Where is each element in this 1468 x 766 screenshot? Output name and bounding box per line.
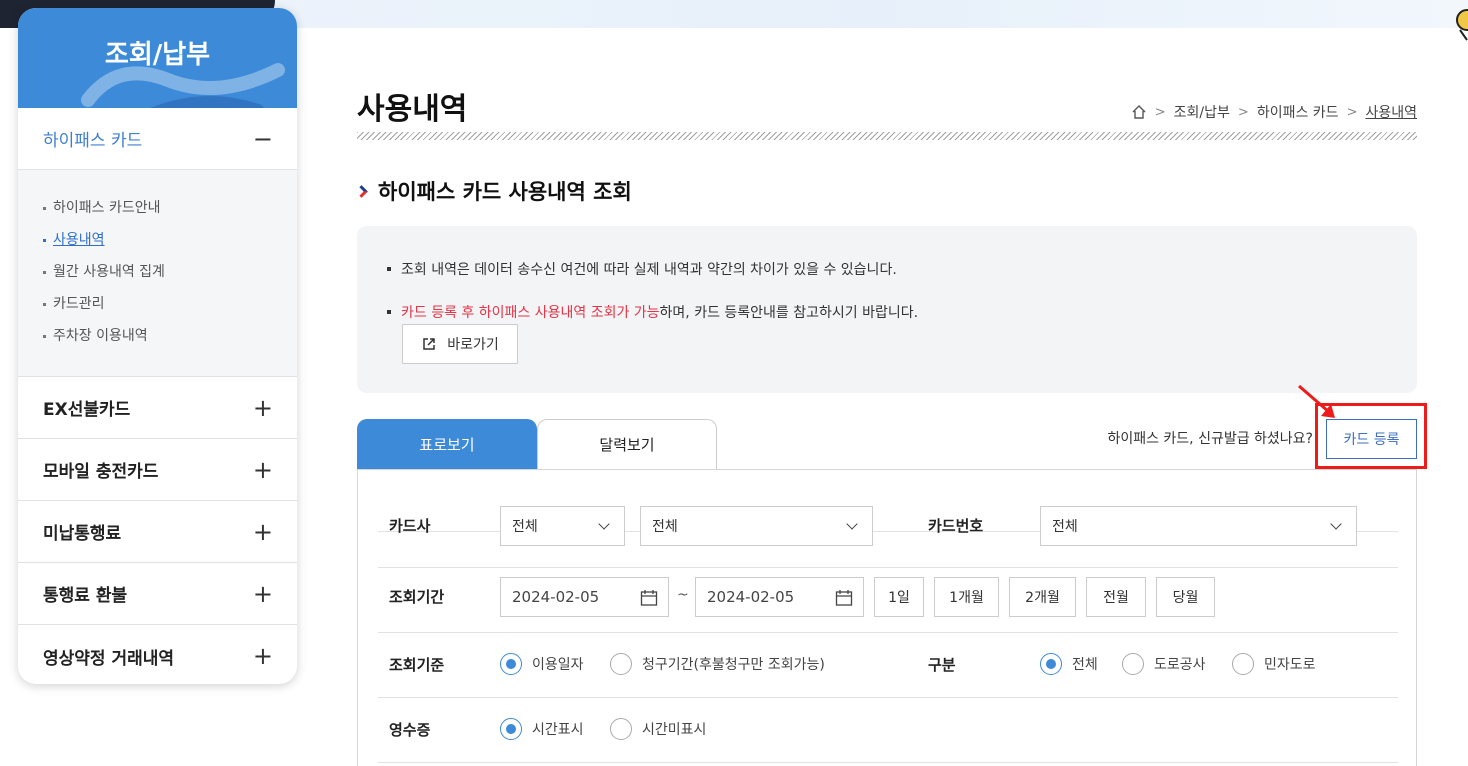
period-1month-button[interactable]: 1개월	[934, 577, 999, 617]
date-from-input[interactable]: 2024-02-05	[500, 577, 669, 617]
expand-icon[interactable]: +	[253, 580, 273, 608]
receipt-label: 영수증	[389, 721, 431, 739]
collapse-icon[interactable]: −	[253, 125, 273, 153]
receipt-radio-show-time[interactable]: 시간표시	[500, 718, 584, 740]
expand-icon[interactable]: +	[253, 642, 273, 670]
notice-box: 조회 내역은 데이터 송수신 여건에 따라 실제 내역과 약간의 차이가 있을 …	[357, 226, 1417, 393]
period-2month-button[interactable]: 2개월	[1009, 577, 1076, 617]
chevron-down-icon	[598, 518, 610, 530]
basis-radio-usage-date[interactable]: 이용일자	[500, 653, 584, 675]
calendar-icon[interactable]	[640, 589, 658, 607]
category-radio-expressway[interactable]: 도로공사	[1122, 653, 1206, 675]
submenu-item-monthly-summary[interactable]: 월간 사용내역 집계	[43, 256, 297, 288]
external-link-icon	[423, 338, 435, 350]
submenu-item-card-management[interactable]: 카드관리	[43, 288, 297, 320]
expand-icon[interactable]: +	[253, 456, 273, 484]
radio-unchecked-icon	[610, 718, 632, 740]
annotation-arrow-icon	[1298, 384, 1335, 418]
card-company-select[interactable]: 전체	[500, 506, 625, 546]
sidebar-item-toll-refund[interactable]: 통행료 환불 +	[18, 563, 297, 625]
sidebar-header: 조회/납부	[18, 8, 297, 108]
period-label: 조회기간	[389, 588, 445, 606]
date-range-separator: ~	[677, 587, 689, 603]
sidebar-item-hipass-card[interactable]: 하이패스 카드 −	[18, 108, 297, 170]
breadcrumb-item[interactable]: 하이패스 카드	[1257, 102, 1339, 122]
sidebar-submenu: 하이패스 카드안내 사용내역 월간 사용내역 집계 카드관리 주차장 이용내역	[18, 170, 297, 377]
category-radio-all[interactable]: 전체	[1040, 653, 1098, 675]
period-last-month-button[interactable]: 전월	[1086, 577, 1146, 617]
tab-calendar-view[interactable]: 달력보기	[537, 419, 717, 469]
goto-button[interactable]: 바로가기	[402, 324, 518, 364]
radio-unchecked-icon	[1232, 653, 1254, 675]
basis-radio-billing-period[interactable]: 청구기간(후불청구만 조회가능)	[610, 653, 825, 675]
submenu-item-usage-history[interactable]: 사용내역	[43, 224, 297, 256]
receipt-radio-hide-time[interactable]: 시간미표시	[610, 718, 706, 740]
category-label: 구분	[928, 656, 956, 674]
period-this-month-button[interactable]: 당월	[1156, 577, 1215, 617]
card-company-label-text: 카드사	[389, 517, 431, 535]
submenu-item-card-guide[interactable]: 하이패스 카드안내	[43, 192, 297, 224]
search-form: 카드사 전체 전체 카드번호 전체 조회기간 2024-02-05 ~ 2024…	[357, 469, 1417, 766]
new-card-question: 하이패스 카드, 신규발급 하셨나요?	[1107, 431, 1313, 447]
sidebar-item-ex-prepaid[interactable]: EX선불카드 +	[18, 377, 297, 439]
card-number-select[interactable]: 전체	[1040, 506, 1357, 546]
home-icon[interactable]	[1131, 104, 1147, 120]
tab-table-view[interactable]: 표로보기	[357, 419, 537, 469]
chatbot-icon[interactable]	[1454, 6, 1468, 42]
section-title: 하이패스 카드 사용내역 조회	[355, 176, 632, 206]
radio-unchecked-icon	[610, 653, 632, 675]
expand-icon[interactable]: +	[253, 394, 273, 422]
sidebar-item-unpaid-toll[interactable]: 미납통행료 +	[18, 501, 297, 563]
notice-line: 카드 등록 후 하이패스 사용내역 조회가 가능 하며, 카드 등록안내를 참고하…	[387, 302, 918, 322]
side-navigation: 조회/납부 하이패스 카드 − 하이패스 카드안내 사용내역 월간 사용내역 집…	[18, 8, 297, 684]
notice-line: 조회 내역은 데이터 송수신 여건에 따라 실제 내역과 약간의 차이가 있을 …	[387, 259, 897, 279]
breadcrumb: > 조회/납부 > 하이패스 카드 > 사용내역	[1131, 102, 1417, 122]
date-to-input[interactable]: 2024-02-05	[695, 577, 864, 617]
radio-checked-icon	[500, 718, 522, 740]
chevron-down-icon	[846, 518, 858, 530]
sidebar-title: 조회/납부	[104, 39, 211, 70]
radio-unchecked-icon	[1122, 653, 1144, 675]
breadcrumb-current[interactable]: 사용내역	[1365, 102, 1417, 122]
title-divider	[357, 132, 1417, 140]
calendar-icon[interactable]	[835, 589, 853, 607]
expand-icon[interactable]: +	[253, 518, 273, 546]
category-radio-private-road[interactable]: 민자도로	[1232, 653, 1316, 675]
card-number-label: 카드번호	[928, 517, 984, 535]
page-title: 사용내역	[357, 92, 468, 127]
chevron-right-icon	[355, 184, 368, 198]
view-tabs: 표로보기 달력보기	[357, 419, 717, 469]
sidebar-item-mobile-card[interactable]: 모바일 충전카드 +	[18, 439, 297, 501]
basis-label: 조회기준	[389, 656, 445, 674]
breadcrumb-item[interactable]: 조회/납부	[1174, 102, 1230, 122]
radio-checked-icon	[500, 653, 522, 675]
sidebar-item-video-agreement[interactable]: 영상약정 거래내역 +	[18, 625, 297, 684]
card-type-select[interactable]: 전체	[640, 506, 873, 546]
radio-checked-icon	[1040, 653, 1062, 675]
chevron-down-icon	[1330, 518, 1342, 530]
submenu-item-parking-history[interactable]: 주차장 이용내역	[43, 320, 297, 352]
period-1day-button[interactable]: 1일	[874, 577, 924, 617]
